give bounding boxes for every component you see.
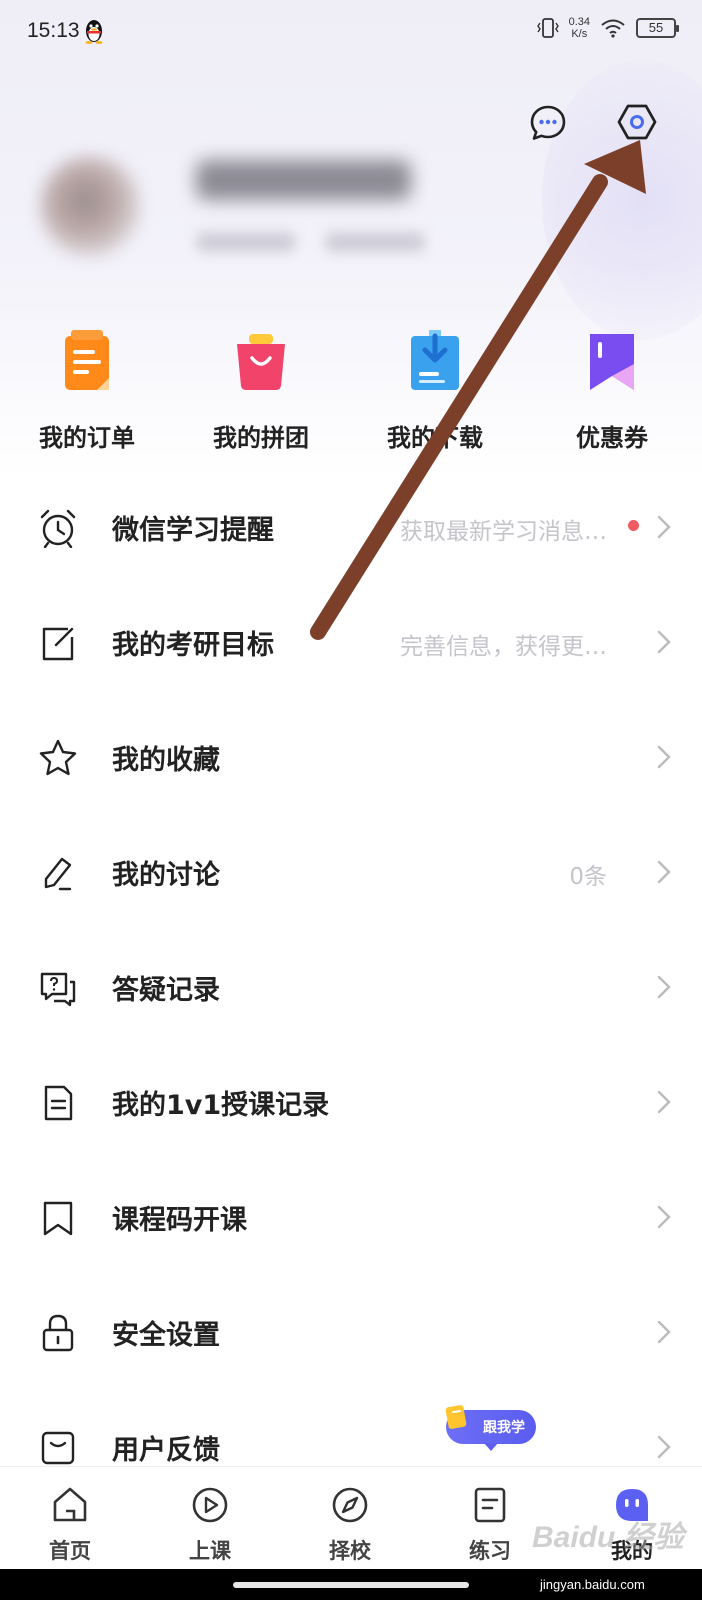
quick-action-downloads[interactable]: 我的下载: [360, 328, 510, 453]
avatar[interactable]: [40, 156, 140, 256]
username-blurred: [196, 160, 411, 200]
chevron-right-icon: [657, 860, 671, 884]
profile-meta-blurred: [196, 232, 296, 252]
feedback-icon: [41, 1431, 75, 1465]
chevron-right-icon: [657, 630, 671, 654]
status-indicators: 0.34 K/s 55: [536, 16, 679, 40]
tab-label: 上课: [189, 1539, 231, 1563]
system-navigation-bar: jingyan.baidu.com: [0, 1569, 702, 1600]
chevron-right-icon: [657, 745, 671, 769]
tab-home[interactable]: 首页: [10, 1485, 130, 1565]
menu-item-label: 我的考研目标: [112, 630, 274, 661]
menu-item-course-code[interactable]: 课程码开课: [0, 1158, 702, 1275]
chevron-right-icon: [657, 1205, 671, 1229]
network-speed: 0.34 K/s: [569, 16, 590, 40]
download-icon: [411, 330, 459, 390]
chevron-right-icon: [657, 1090, 671, 1114]
qa-chat-icon: [40, 972, 76, 1007]
menu-item-label: 用户反馈: [112, 1435, 220, 1466]
quick-action-coupons[interactable]: 优惠券: [537, 328, 687, 453]
status-time: 15:13: [27, 19, 80, 42]
chevron-right-icon: [657, 975, 671, 999]
wifi-icon: [601, 19, 625, 38]
discussion-count: 0条: [569, 864, 607, 890]
chevron-right-icon: [657, 1320, 671, 1344]
order-icon: [65, 330, 109, 390]
document-icon: [44, 1085, 73, 1121]
settings-hexagon-icon[interactable]: [617, 102, 657, 142]
menu-item-label: 微信学习提醒: [112, 515, 274, 546]
unread-dot: [628, 520, 639, 531]
menu-item-label: 我的1v1授课记录: [112, 1090, 330, 1121]
home-gesture-pill[interactable]: [233, 1582, 469, 1588]
quick-action-orders[interactable]: 我的订单: [12, 328, 162, 453]
status-bar: 15:13 0.34 K/s 55: [0, 0, 702, 64]
pen-icon: [44, 857, 72, 891]
menu-item-wechat-reminder[interactable]: 微信学习提醒 获取最新学习消息…: [0, 468, 702, 585]
menu-item-1v1-records[interactable]: 我的1v1授课记录: [0, 1043, 702, 1160]
alarm-clock-icon: [40, 509, 76, 548]
menu-item-hint: 获取最新学习消息…: [400, 519, 607, 545]
play-icon: [192, 1487, 228, 1523]
baidu-jingyan-watermark: Baidu 经验: [532, 1512, 684, 1556]
menu-item-hint: 完善信息，获得更…: [400, 634, 607, 660]
tab-label: 首页: [49, 1539, 91, 1563]
bookmark-icon: [43, 1201, 73, 1236]
compass-icon: [332, 1487, 368, 1523]
menu-item-label: 我的讨论: [112, 860, 220, 891]
menu-item-label: 我的收藏: [112, 745, 220, 776]
menu-item-security[interactable]: 安全设置: [0, 1273, 702, 1390]
menu-item-label: 答疑记录: [112, 975, 220, 1006]
chevron-right-icon: [657, 515, 671, 539]
follow-me-learn-badge[interactable]: 跟我学: [445, 1405, 536, 1451]
quick-action-label: 优惠券: [576, 424, 648, 452]
menu-item-discussions[interactable]: 我的讨论 0条: [0, 813, 702, 930]
watermark-url: jingyan.baidu.com: [540, 1577, 645, 1592]
book-icon: [445, 1405, 467, 1429]
quick-actions: 我的订单 我的拼团 我的下载 优惠券: [0, 328, 702, 458]
profile-meta-blurred-2: [325, 232, 425, 252]
chat-bubble-icon[interactable]: [529, 104, 567, 142]
edit-square-icon: [42, 627, 74, 661]
quick-action-group-buy[interactable]: 我的拼团: [186, 328, 336, 453]
follow-badge-label: 跟我学: [483, 1420, 525, 1436]
exercise-icon: [474, 1487, 506, 1523]
net-speed-unit: K/s: [571, 28, 588, 40]
menu-item-label: 安全设置: [112, 1320, 220, 1351]
net-speed-value: 0.34: [568, 16, 590, 28]
battery-indicator: 55: [636, 18, 679, 38]
watermark-logo: Baidu 经验: [532, 1521, 684, 1554]
menu-item-qa-records[interactable]: 答疑记录: [0, 928, 702, 1045]
lock-icon: [42, 1314, 74, 1352]
tab-school[interactable]: 择校: [290, 1485, 410, 1565]
menu-item-exam-goal[interactable]: 我的考研目标 完善信息，获得更…: [0, 583, 702, 700]
group-buy-bag-icon: [237, 334, 285, 390]
qq-penguin-icon: [85, 20, 103, 44]
star-icon: [39, 739, 77, 776]
tab-label: 择校: [329, 1539, 371, 1563]
tab-class[interactable]: 上课: [150, 1485, 270, 1565]
menu-item-favorites[interactable]: 我的收藏: [0, 698, 702, 815]
vibrate-icon: [536, 18, 559, 38]
chevron-right-icon: [657, 1435, 671, 1459]
menu-item-label: 课程码开课: [112, 1205, 247, 1236]
quick-action-label: 我的拼团: [213, 424, 309, 452]
quick-action-label: 我的订单: [39, 424, 135, 452]
home-icon: [53, 1487, 87, 1522]
coupon-icon: [590, 334, 634, 390]
quick-action-label: 我的下载: [387, 424, 483, 452]
